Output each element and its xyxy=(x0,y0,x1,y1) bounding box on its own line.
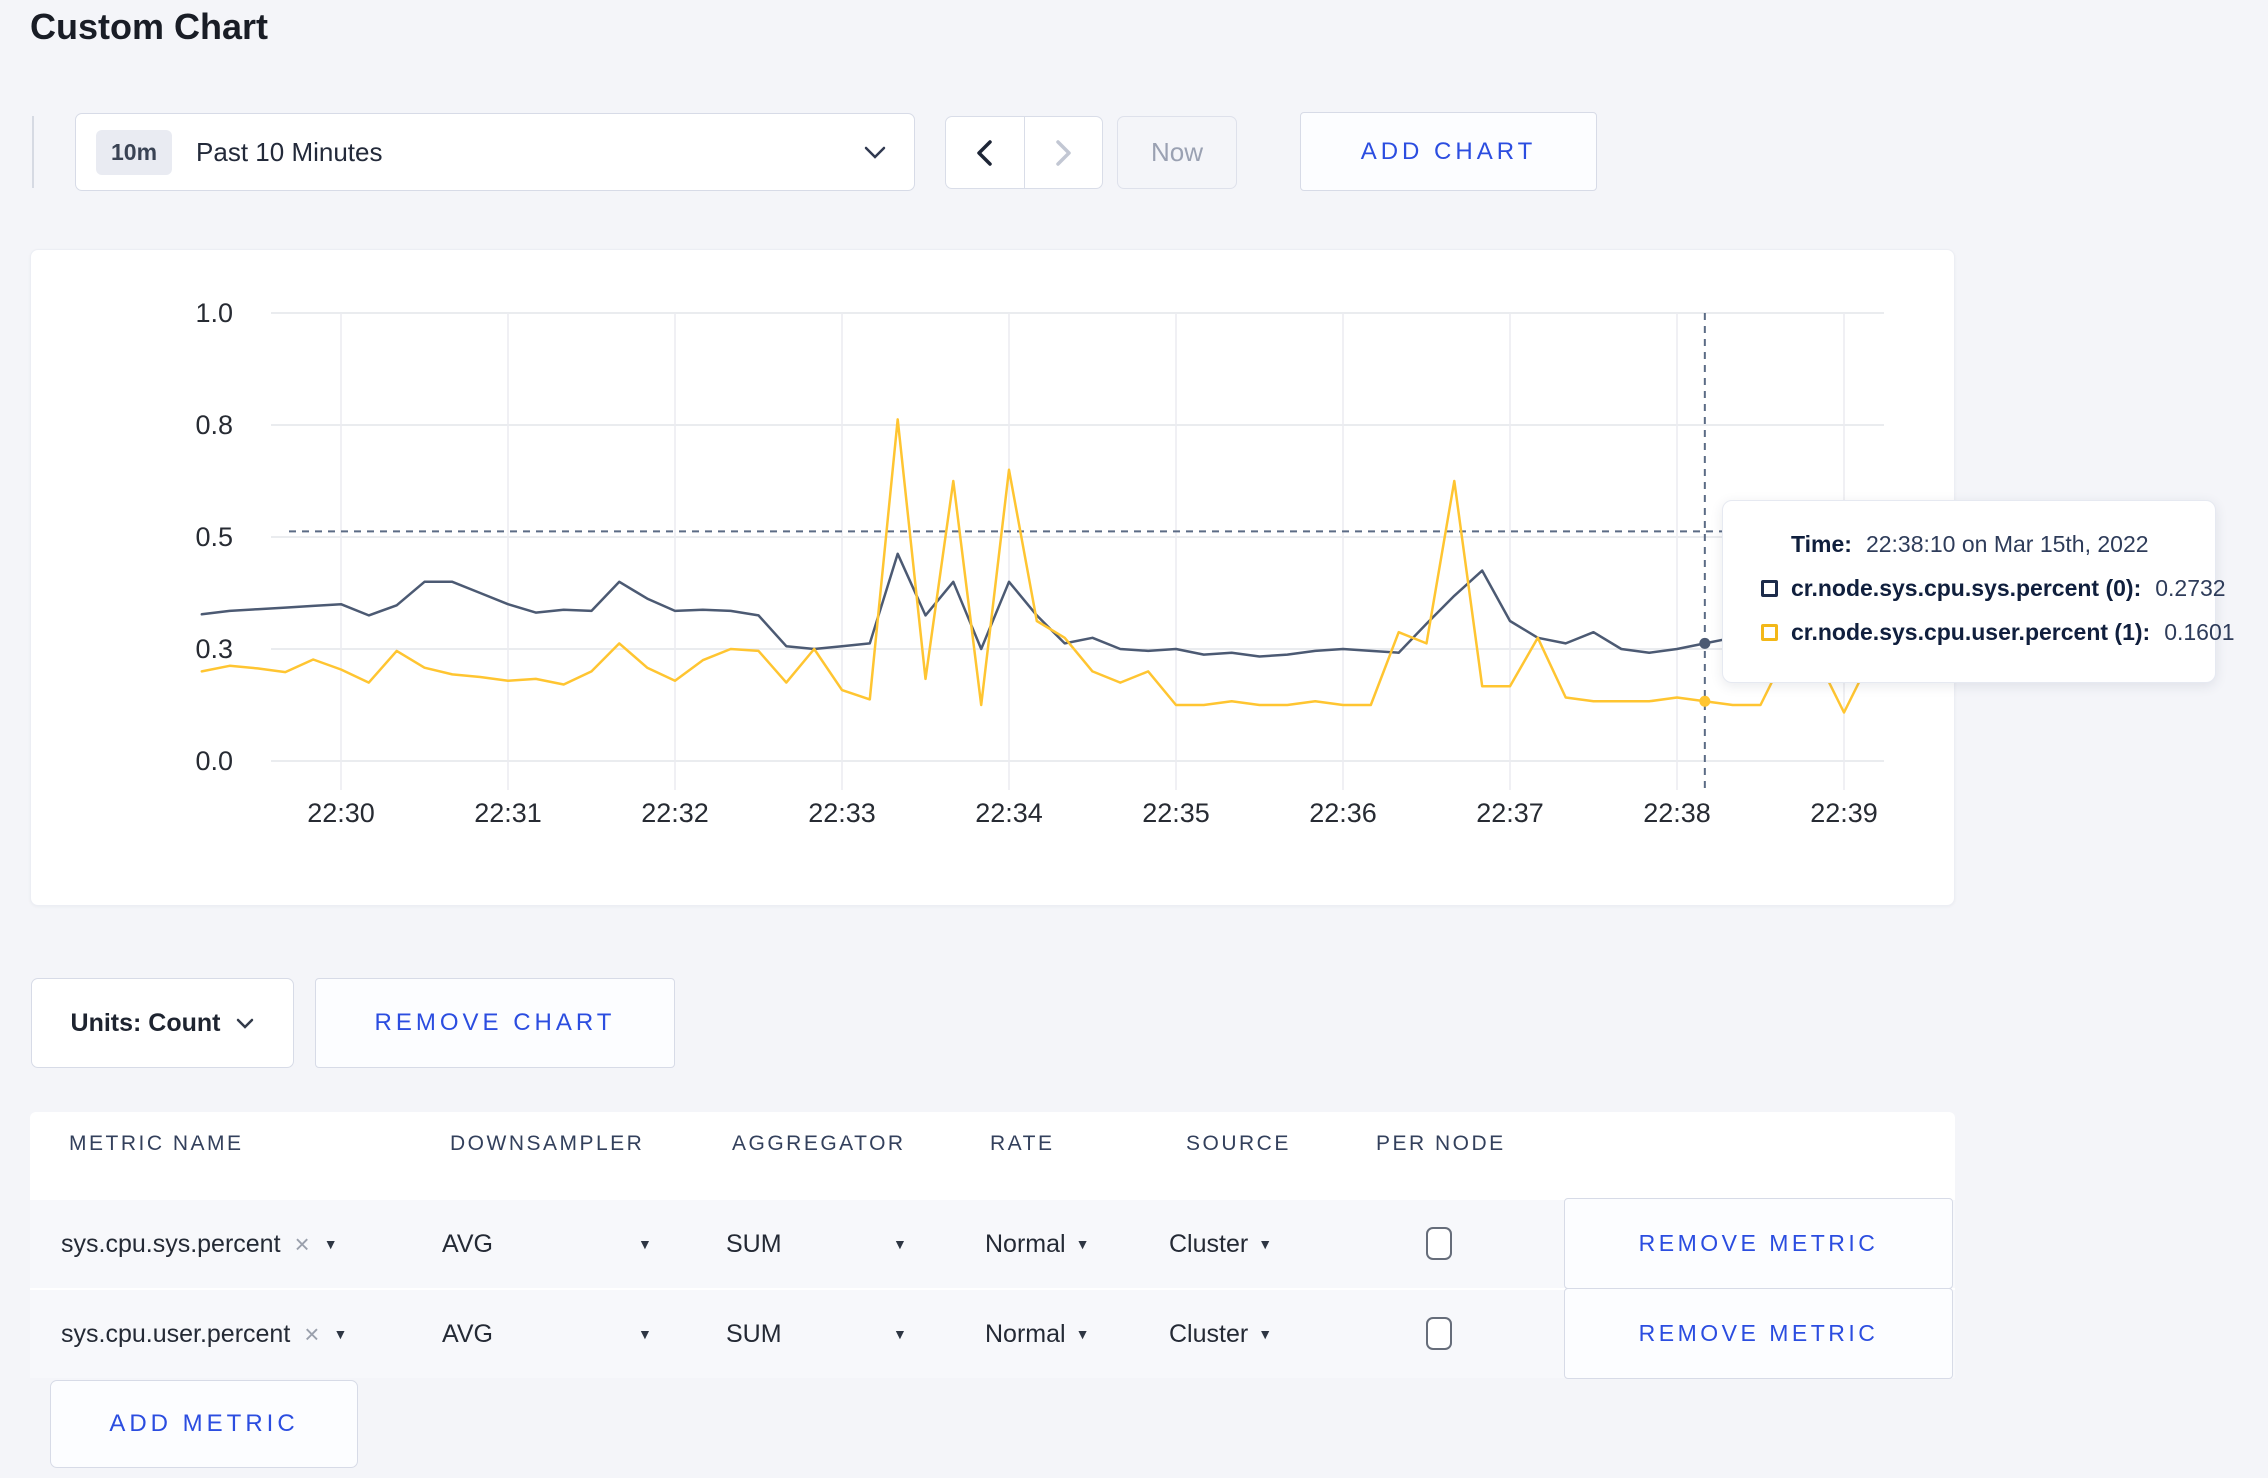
caret-down-icon[interactable]: ▼ xyxy=(638,1290,652,1378)
chevron-right-icon xyxy=(1056,139,1071,166)
rate-value: Normal xyxy=(985,1319,1066,1348)
metric-name-select[interactable]: sys.cpu.sys.percent × ▼ xyxy=(61,1200,338,1288)
add-metric-button[interactable]: ADD METRIC xyxy=(50,1380,358,1468)
custom-chart-page: Custom Chart 10m Past 10 Minutes Now ADD… xyxy=(0,0,2268,1478)
aggregator-select[interactable]: SUM xyxy=(726,1290,782,1378)
now-button[interactable]: Now xyxy=(1117,116,1237,189)
add-chart-button[interactable]: ADD CHART xyxy=(1300,112,1597,191)
caret-down-icon: ▼ xyxy=(323,1236,338,1252)
x-axis-label: 22:30 xyxy=(307,798,375,828)
time-next-button[interactable] xyxy=(1025,117,1103,188)
x-axis-label: 22:31 xyxy=(474,798,542,828)
series-sys-swatch-icon xyxy=(1761,580,1778,597)
source-select[interactable]: Cluster ▼ xyxy=(1169,1290,1272,1378)
tooltip-series-row: cr.node.sys.cpu.user.percent (1): 0.1601 xyxy=(1761,619,2235,646)
remove-metric-button[interactable]: REMOVE METRIC xyxy=(1564,1288,1953,1379)
y-axis-label: 1.0 xyxy=(195,298,233,328)
chevron-down-icon xyxy=(864,146,886,159)
per-node-checkbox[interactable] xyxy=(1426,1317,1452,1350)
tooltip-series-value: 0.1601 xyxy=(2164,619,2235,645)
col-header-downsampler: DOWNSAMPLER xyxy=(450,1132,645,1155)
col-header-aggregator: AGGREGATOR xyxy=(732,1132,906,1155)
caret-down-icon: ▼ xyxy=(1258,1326,1273,1342)
chart-card: 1.0 0.8 0.5 0.3 0.0 22:30 22:31 22:32 22:33 22:34… xyxy=(30,249,1955,906)
chevron-down-icon xyxy=(237,1018,254,1029)
crosshair-point-0 xyxy=(1699,637,1711,649)
page-title: Custom Chart xyxy=(30,6,269,47)
x-axis-label: 22:39 xyxy=(1810,798,1878,828)
units-dropdown-label: Units: Count xyxy=(70,1008,221,1037)
x-axis-label: 22:37 xyxy=(1476,798,1544,828)
x-axis-label: 22:35 xyxy=(1142,798,1210,828)
rate-value: Normal xyxy=(985,1229,1066,1258)
remove-metric-button[interactable]: REMOVE METRIC xyxy=(1564,1198,1953,1289)
time-nav-group xyxy=(945,116,1103,189)
caret-down-icon[interactable]: ▼ xyxy=(893,1200,907,1288)
tooltip-series-row: cr.node.sys.cpu.sys.percent (0): 0.2732 xyxy=(1761,575,2226,602)
caret-down-icon: ▼ xyxy=(1075,1326,1090,1342)
remove-chart-button[interactable]: REMOVE CHART xyxy=(315,978,675,1068)
chevron-left-icon xyxy=(977,139,992,166)
chart-tooltip: Time: 22:38:10 on Mar 15th, 2022 cr.node… xyxy=(1722,500,2235,683)
series-line-1 xyxy=(200,418,1874,714)
time-prev-button[interactable] xyxy=(946,117,1025,188)
crosshair-point-1 xyxy=(1699,695,1711,707)
tooltip-time-value: 22:38:10 on Mar 15th, 2022 xyxy=(1865,531,2149,557)
col-header-per-node: PER NODE xyxy=(1376,1132,1506,1155)
metric-row: sys.cpu.user.percent × ▼ AVG ▼ SUM ▼ Nor… xyxy=(30,1288,1955,1379)
metric-name-value: sys.cpu.user.percent xyxy=(61,1319,291,1348)
source-select[interactable]: Cluster ▼ xyxy=(1169,1200,1272,1288)
series-user-swatch-icon xyxy=(1761,624,1778,641)
caret-down-icon: ▼ xyxy=(1258,1236,1273,1252)
time-window-dropdown[interactable]: 10m Past 10 Minutes xyxy=(75,113,915,191)
downsampler-select[interactable]: AVG xyxy=(442,1290,493,1378)
metric-row: sys.cpu.sys.percent × ▼ AVG ▼ SUM ▼ Norm… xyxy=(30,1198,1955,1289)
downsampler-select[interactable]: AVG xyxy=(442,1200,493,1288)
tooltip-series-label: cr.node.sys.cpu.user.percent (1): xyxy=(1791,619,2151,645)
tooltip-time-row: Time: 22:38:10 on Mar 15th, 2022 xyxy=(1761,531,2195,558)
tooltip-time-label: Time: xyxy=(1791,531,1852,557)
col-header-rate: RATE xyxy=(990,1132,1055,1155)
metrics-table: METRIC NAME DOWNSAMPLER AGGREGATOR RATE … xyxy=(30,1112,1955,1379)
chart-canvas[interactable]: 1.0 0.8 0.5 0.3 0.0 22:30 22:31 22:32 22:33 22:34… xyxy=(31,250,1954,905)
caret-down-icon: ▼ xyxy=(1075,1236,1090,1252)
x-axis-label: 22:32 xyxy=(641,798,709,828)
y-axis-label: 0.3 xyxy=(195,634,233,664)
aggregator-select[interactable]: SUM xyxy=(726,1200,782,1288)
metric-name-value: sys.cpu.sys.percent xyxy=(61,1229,281,1258)
caret-down-icon[interactable]: ▼ xyxy=(893,1290,907,1378)
y-axis-label: 0.8 xyxy=(195,410,233,440)
units-dropdown[interactable]: Units: Count xyxy=(31,978,294,1068)
col-header-source: SOURCE xyxy=(1186,1132,1291,1155)
y-axis-label: 0.5 xyxy=(195,522,233,552)
clear-metric-icon[interactable]: × xyxy=(304,1321,319,1347)
col-header-metric-name: METRIC NAME xyxy=(69,1132,244,1155)
source-value: Cluster xyxy=(1169,1319,1249,1348)
series-line-0 xyxy=(200,552,1874,658)
per-node-checkbox[interactable] xyxy=(1426,1227,1452,1260)
time-window-badge: 10m xyxy=(96,129,173,175)
caret-down-icon[interactable]: ▼ xyxy=(638,1200,652,1288)
source-value: Cluster xyxy=(1169,1229,1249,1258)
y-axis-label: 0.0 xyxy=(195,746,233,776)
toolbar-divider xyxy=(32,116,34,188)
x-axis-label: 22:34 xyxy=(975,798,1043,828)
time-window-label: Past 10 Minutes xyxy=(196,136,383,167)
x-axis-label: 22:36 xyxy=(1309,798,1377,828)
tooltip-series-value: 0.2732 xyxy=(2155,575,2226,601)
metric-name-select[interactable]: sys.cpu.user.percent × ▼ xyxy=(61,1290,347,1378)
rate-select[interactable]: Normal ▼ xyxy=(985,1290,1089,1378)
clear-metric-icon[interactable]: × xyxy=(295,1231,310,1257)
tooltip-series-label: cr.node.sys.cpu.sys.percent (0): xyxy=(1791,575,2142,601)
caret-down-icon: ▼ xyxy=(333,1326,348,1342)
x-axis-label: 22:38 xyxy=(1643,798,1711,828)
rate-select[interactable]: Normal ▼ xyxy=(985,1200,1089,1288)
x-axis-label: 22:33 xyxy=(808,798,876,828)
